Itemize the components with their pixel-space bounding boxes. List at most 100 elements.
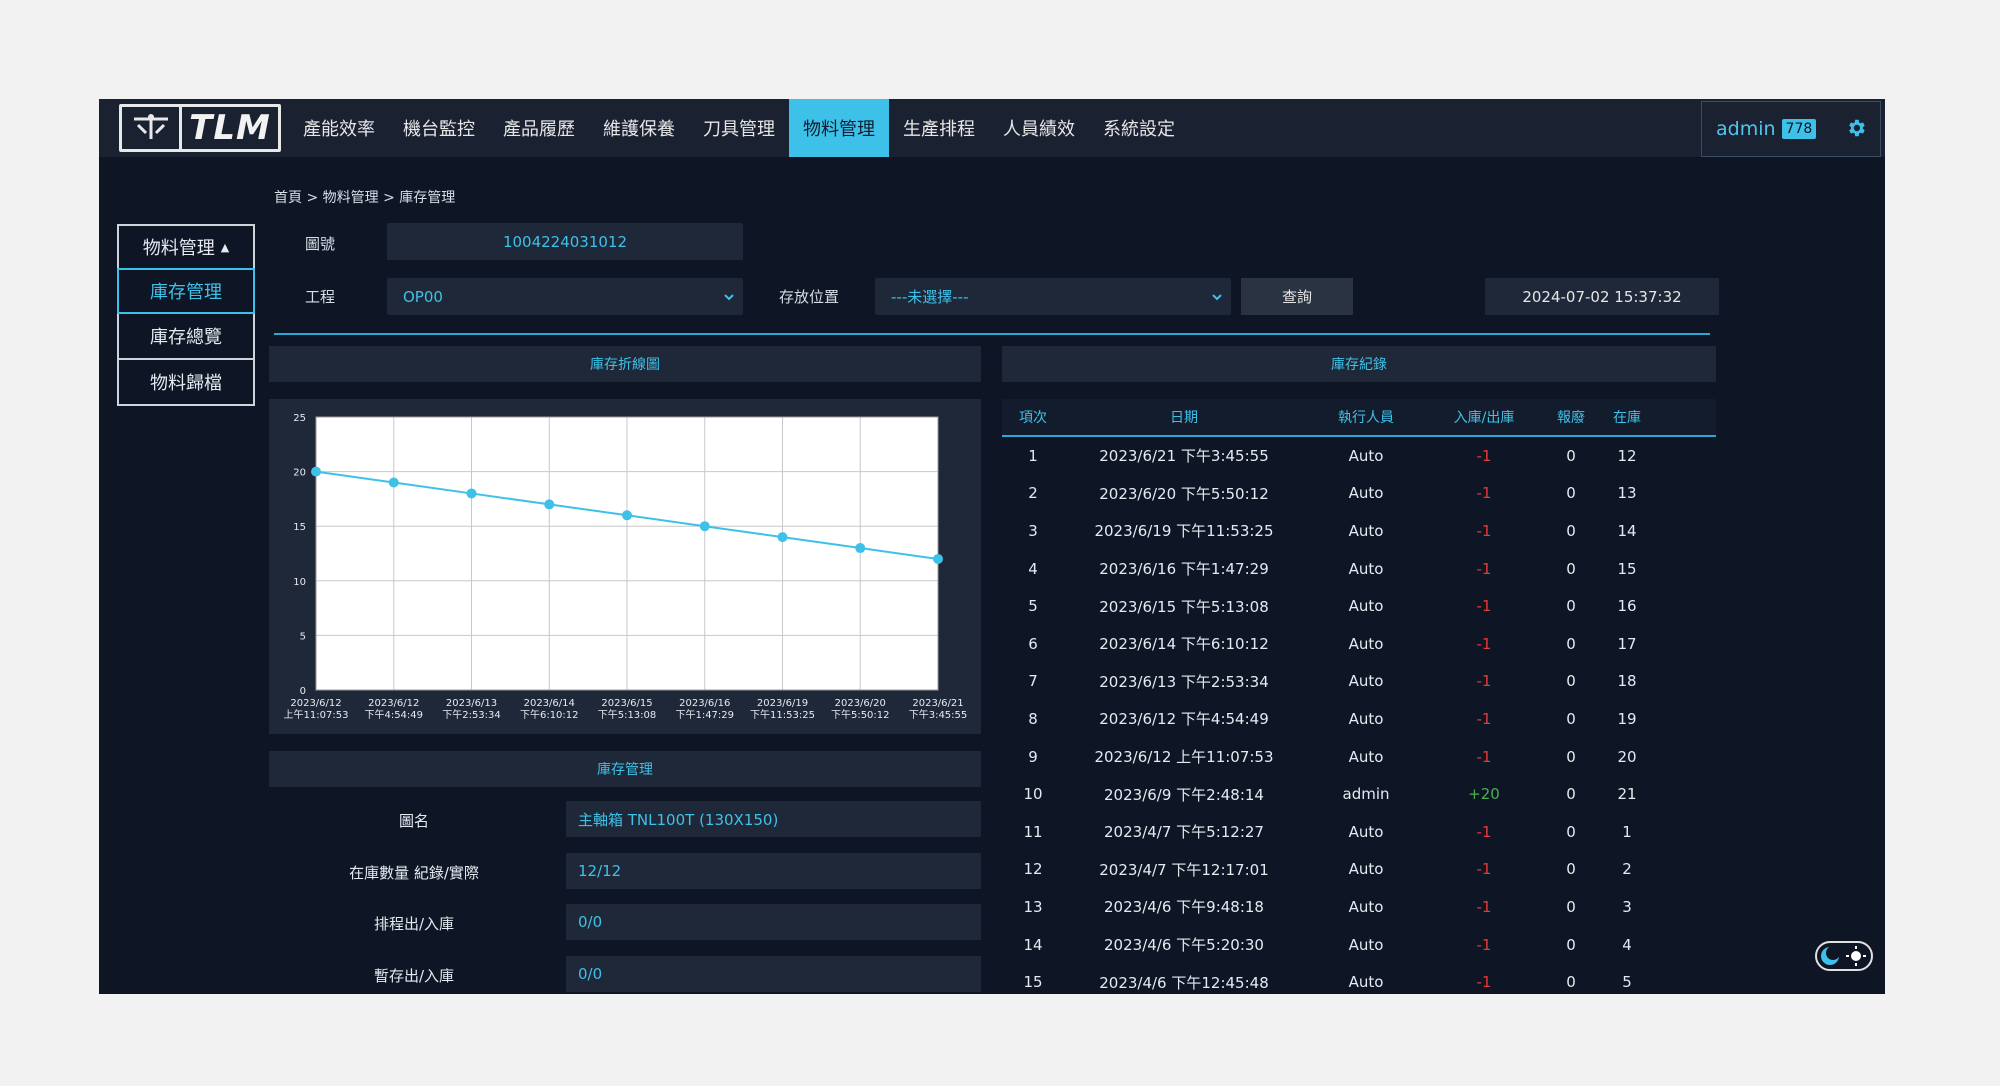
table-cell: -1 xyxy=(1476,709,1492,728)
inventory-field-value[interactable]: 12/12 xyxy=(566,853,981,889)
table-cell: 0 xyxy=(1566,597,1576,616)
side-menu-header[interactable]: 物料管理 ▲ xyxy=(117,224,255,270)
nav-item[interactable]: 產品履歷 xyxy=(489,99,589,157)
table-cell: 0 xyxy=(1566,559,1576,578)
table-cell: Auto xyxy=(1348,973,1384,992)
logo[interactable]: TLM xyxy=(119,104,281,152)
table-cell: 2023/6/16 下午1:47:29 xyxy=(1099,560,1269,579)
table-cell: 2023/6/20 下午5:50:12 xyxy=(1099,484,1269,503)
data-point xyxy=(311,466,321,477)
logo-text: TLM xyxy=(189,108,271,148)
column-header: 入庫/出庫 xyxy=(1453,410,1515,426)
table-cell: 0 xyxy=(1566,935,1576,954)
data-point xyxy=(544,499,555,510)
table-cell: admin xyxy=(1342,785,1390,804)
x-tick-label: 2023/6/21 xyxy=(912,698,963,709)
table-cell: -1 xyxy=(1476,597,1492,616)
table-cell: 2023/6/15 下午5:13:08 xyxy=(1099,597,1269,616)
column-header: 在庫 xyxy=(1613,410,1641,426)
table-cell: 2023/6/12 下午4:54:49 xyxy=(1099,710,1269,729)
caret-up-icon: ▲ xyxy=(220,240,230,254)
data-point xyxy=(388,477,399,488)
process-select[interactable]: OP00 xyxy=(387,278,743,315)
drawing-no-field[interactable]: 1004224031012 xyxy=(387,223,743,260)
table-row: 2 2023/6/20 下午5:50:12 Auto -1 0 13 xyxy=(1002,475,1716,513)
nav-item[interactable]: 機台監控 xyxy=(389,99,489,157)
x-tick-label: 下午11:53:25 xyxy=(750,708,815,721)
table-row: 8 2023/6/12 下午4:54:49 Auto -1 0 19 xyxy=(1002,700,1716,738)
table-cell: 5 xyxy=(1028,597,1038,616)
table-cell: 0 xyxy=(1566,484,1576,503)
table-cell: 17 xyxy=(1617,634,1637,653)
x-tick-label: 下午4:54:49 xyxy=(364,708,423,721)
nav-item[interactable]: 人員績效 xyxy=(989,99,1089,157)
table-cell: 15 xyxy=(1617,559,1637,578)
nav-item[interactable]: 產能效率 xyxy=(289,99,389,157)
nav-item[interactable]: 刀具管理 xyxy=(689,99,789,157)
table-cell: 0 xyxy=(1566,747,1576,766)
x-tick-label: 下午5:13:08 xyxy=(598,708,657,721)
location-select[interactable]: ---未選擇--- xyxy=(875,278,1231,315)
table-row: 12 2023/4/7 下午12:17:01 Auto -1 0 2 xyxy=(1002,851,1716,889)
table-row: 9 2023/6/12 上午11:07:53 Auto -1 0 20 xyxy=(1002,738,1716,776)
table-cell: 1 xyxy=(1028,446,1038,465)
nav-item[interactable]: 系統設定 xyxy=(1089,99,1189,157)
inventory-field-label: 暫存出/入庫 xyxy=(373,967,455,985)
table-cell: 2023/6/21 下午3:45:55 xyxy=(1099,447,1269,466)
table-cell: 0 xyxy=(1566,634,1576,653)
side-menu-item[interactable]: 物料歸檔 xyxy=(117,360,255,406)
table-cell: Auto xyxy=(1348,521,1384,540)
side-menu-item[interactable]: 庫存管理 xyxy=(117,268,255,314)
x-tick-label: 2023/6/16 xyxy=(679,698,730,709)
table-cell: 2023/6/9 下午2:48:14 xyxy=(1104,785,1264,804)
inventory-line-chart: 0 5 10 15 20 25 2023/6/12 上午11:07:53 2023/6/12 下午… xyxy=(269,399,981,734)
table-cell: 21 xyxy=(1617,785,1637,804)
y-tick-label: 20 xyxy=(293,468,306,479)
gear-icon[interactable] xyxy=(1845,117,1867,139)
current-timestamp: 2024-07-02 15:37:32 xyxy=(1485,278,1719,315)
inventory-field-value[interactable]: 0/0 xyxy=(566,956,981,992)
nav-item[interactable]: 物料管理 xyxy=(789,99,889,157)
data-point xyxy=(622,510,632,521)
table-cell: 15 xyxy=(1023,973,1043,992)
table-cell: 2023/4/6 下午5:20:30 xyxy=(1104,936,1264,955)
x-tick-label: 下午3:45:55 xyxy=(909,708,968,721)
data-point xyxy=(855,543,866,554)
table-cell: 1 xyxy=(1622,822,1632,841)
location-select-value: ---未選擇--- xyxy=(891,288,969,306)
nav-item[interactable]: 生產排程 xyxy=(889,99,989,157)
column-header: 執行人員 xyxy=(1338,410,1394,426)
y-tick-label: 15 xyxy=(293,522,306,533)
x-tick-label: 上午11:07:53 xyxy=(284,708,349,721)
table-cell: -1 xyxy=(1476,634,1492,653)
table-cell: 2023/6/14 下午6:10:12 xyxy=(1099,635,1269,654)
table-cell: 14 xyxy=(1023,935,1043,954)
inventory-field-value[interactable]: 0/0 xyxy=(566,904,981,940)
nav-item[interactable]: 維護保養 xyxy=(589,99,689,157)
table-cell: 2 xyxy=(1028,484,1038,503)
table-cell: 19 xyxy=(1617,709,1637,728)
table-cell: Auto xyxy=(1348,597,1384,616)
table-cell: 2023/6/13 下午2:53:34 xyxy=(1099,672,1269,691)
inventory-field-value[interactable]: 主軸箱 TNL100T (130X150) xyxy=(566,801,981,837)
side-menu-item[interactable]: 庫存總覽 xyxy=(117,314,255,360)
top-navbar: TLM 產能效率 機台監控 產品履歷 維護保養 刀具管理 物料管理 生產排程 人員績效 系統設定… xyxy=(99,99,1885,157)
theme-toggle[interactable] xyxy=(1815,941,1873,971)
process-select-value: OP00 xyxy=(403,287,443,306)
table-cell: 3 xyxy=(1622,897,1632,916)
query-button[interactable]: 查詢 xyxy=(1241,278,1353,315)
chart-panel-title: 庫存折線圖 xyxy=(269,346,981,382)
chevron-down-icon xyxy=(723,289,735,301)
table-cell: 7 xyxy=(1028,672,1038,691)
table-cell: 0 xyxy=(1566,672,1576,691)
table-cell: -1 xyxy=(1476,935,1492,954)
table-row: 14 2023/4/6 下午5:20:30 Auto -1 0 4 xyxy=(1002,926,1716,964)
table-cell: Auto xyxy=(1348,747,1384,766)
table-cell: 5 xyxy=(1622,973,1632,992)
table-cell: +20 xyxy=(1468,785,1500,804)
table-cell: 14 xyxy=(1617,521,1637,540)
data-point xyxy=(466,488,477,499)
table-cell: -1 xyxy=(1476,559,1492,578)
x-tick-label: 2023/6/15 xyxy=(601,698,652,709)
side-menu-header-label: 物料管理 xyxy=(142,238,215,259)
